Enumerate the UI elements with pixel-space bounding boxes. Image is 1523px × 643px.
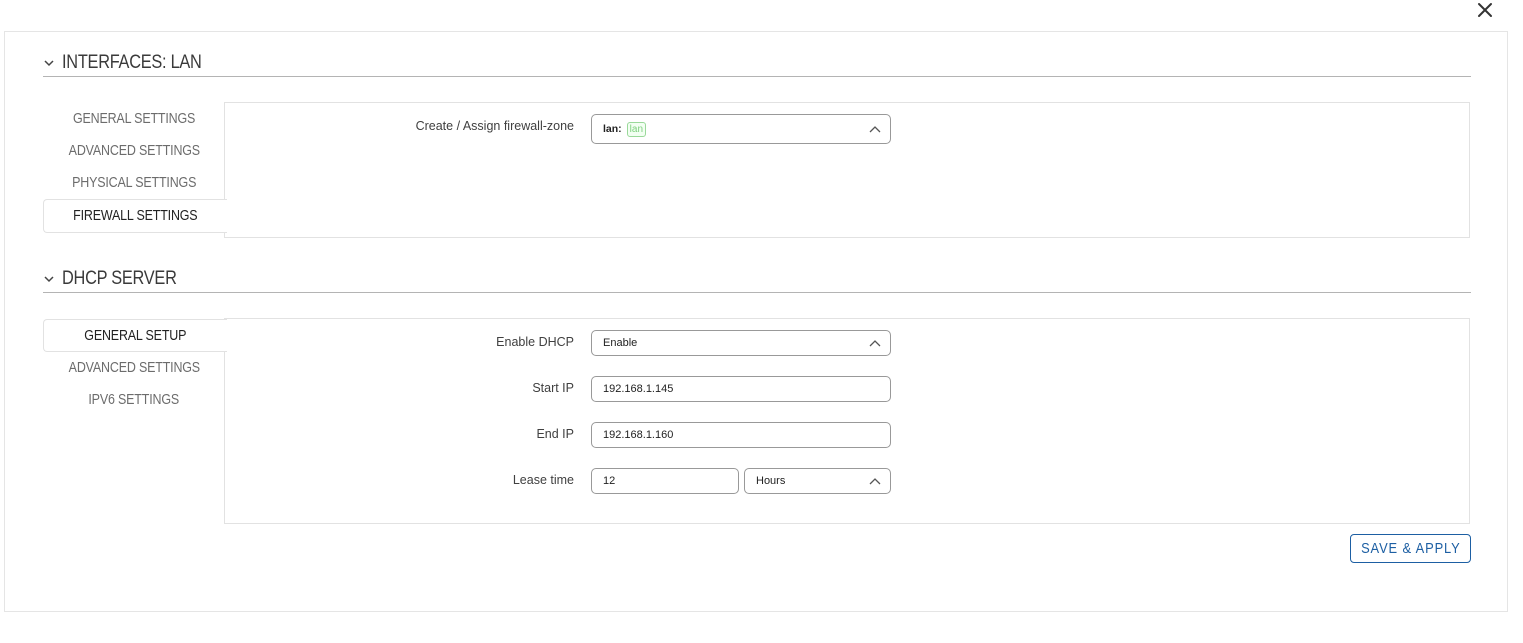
tab-firewall-settings[interactable]: FIREWALL SETTINGS xyxy=(43,199,227,233)
tab-advanced-settings[interactable]: ADVANCED SETTINGS xyxy=(43,135,225,167)
enable-dhcp-value: Enable xyxy=(603,337,638,349)
zone-chip: lan xyxy=(626,121,647,137)
end-ip-row: End IP 192.168.1.160 xyxy=(225,422,1469,448)
chevron-up-icon xyxy=(869,340,881,347)
lease-time-row: Lease time 12 Hours xyxy=(225,468,1469,494)
dhcp-general-panel: Enable DHCP Enable Start IP 192.168.1.14… xyxy=(224,318,1470,524)
dhcp-tab-list: GENERAL SETUP ADVANCED SETTINGS IPV6 SET… xyxy=(43,319,227,416)
chevron-up-icon xyxy=(869,126,881,133)
firewall-zone-row: Create / Assign firewall-zone lan: lan xyxy=(225,114,1469,144)
chevron-up-icon xyxy=(869,478,881,485)
lease-time-label: Lease time xyxy=(512,473,574,487)
tab-dhcp-advanced-settings[interactable]: ADVANCED SETTINGS xyxy=(43,352,225,384)
dhcp-section-title: DHCP SERVER xyxy=(62,268,177,289)
interfaces-section-title: INTERFACES: LAN xyxy=(62,52,202,73)
firewall-settings-panel: Create / Assign firewall-zone lan: lan xyxy=(224,102,1470,238)
start-ip-label: Start IP xyxy=(532,381,574,395)
close-icon xyxy=(1478,3,1492,17)
end-ip-input[interactable]: 192.168.1.160 xyxy=(591,422,891,448)
interfaces-section-header[interactable]: INTERFACES: LAN xyxy=(43,50,1471,77)
start-ip-row: Start IP 192.168.1.145 xyxy=(225,376,1469,402)
firewall-zone-select[interactable]: lan: lan xyxy=(591,114,891,144)
start-ip-value: 192.168.1.145 xyxy=(603,383,674,395)
lease-unit-value: Hours xyxy=(756,475,786,487)
dhcp-section-header[interactable]: DHCP SERVER xyxy=(43,266,1471,293)
end-ip-label: End IP xyxy=(536,427,574,441)
close-button[interactable] xyxy=(1472,0,1498,20)
lease-unit-select[interactable]: Hours xyxy=(744,468,891,494)
end-ip-value: 192.168.1.160 xyxy=(603,429,674,441)
zone-name: lan: xyxy=(603,123,622,135)
start-ip-input[interactable]: 192.168.1.145 xyxy=(591,376,891,402)
firewall-zone-label: Create / Assign firewall-zone xyxy=(415,119,574,133)
lease-time-value: 12 xyxy=(603,475,616,487)
enable-dhcp-select[interactable]: Enable xyxy=(591,330,891,356)
tab-general-settings[interactable]: GENERAL SETTINGS xyxy=(43,103,225,135)
tab-general-setup[interactable]: GENERAL SETUP xyxy=(43,319,227,352)
save-apply-button[interactable]: SAVE & APPLY xyxy=(1350,534,1471,563)
chevron-down-icon xyxy=(43,56,57,70)
enable-dhcp-row: Enable DHCP Enable xyxy=(225,330,1469,356)
interfaces-tab-list: GENERAL SETTINGS ADVANCED SETTINGS PHYSI… xyxy=(43,103,227,233)
tab-physical-settings[interactable]: PHYSICAL SETTINGS xyxy=(43,167,225,199)
tab-ipv6-settings[interactable]: IPV6 SETTINGS xyxy=(43,384,225,416)
chevron-down-icon xyxy=(43,272,57,286)
lease-time-input[interactable]: 12 xyxy=(591,468,739,494)
enable-dhcp-label: Enable DHCP xyxy=(496,335,574,349)
